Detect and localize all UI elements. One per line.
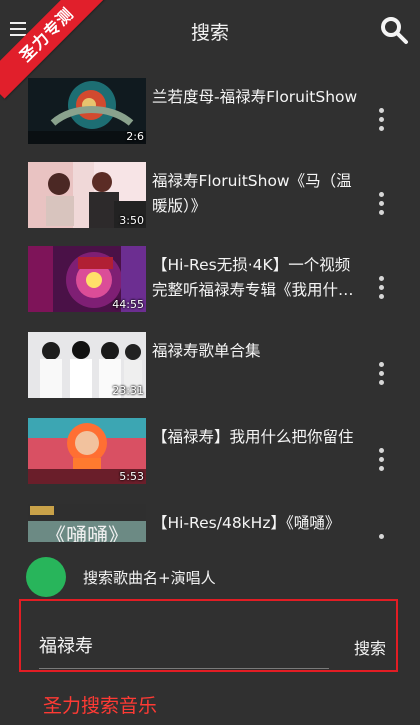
- search-icon[interactable]: [378, 14, 410, 46]
- video-thumbnail: 23:31: [28, 332, 146, 398]
- more-options-icon[interactable]: [379, 108, 385, 136]
- more-options-icon[interactable]: [379, 276, 385, 304]
- video-thumbnail: 2:6: [28, 78, 146, 144]
- result-item[interactable]: 23:31 福禄寿歌单合集: [0, 332, 420, 414]
- search-panel: 福禄寿 搜索: [19, 599, 398, 672]
- video-thumbnail: 《嗵嗵》: [28, 504, 146, 542]
- result-item[interactable]: 3:50 福禄寿FloruitShow《马（温暖版）》: [0, 162, 420, 244]
- result-title: 【Hi-Res无损·4K】一个视频完整听福禄寿专辑《我用什…: [152, 256, 354, 299]
- search-results-list[interactable]: 2:6 兰若度母-福禄寿FloruitShow 3:50 福禄寿FloruitS…: [0, 72, 420, 542]
- duration-label: 44:55: [112, 298, 144, 311]
- result-item[interactable]: 44:55 【Hi-Res无损·4K】一个视频完整听福禄寿专辑《我用什…: [0, 246, 420, 328]
- search-hint-text: 搜索歌曲名+演唱人: [83, 569, 216, 587]
- result-item[interactable]: 《嗵嗵》 【Hi-Res/48kHz】《嗵嗵》DOUDOU: [0, 504, 420, 542]
- video-thumbnail: 44:55: [28, 246, 146, 312]
- search-input[interactable]: 福禄寿: [39, 632, 329, 669]
- duration-label: 5:53: [119, 470, 144, 483]
- search-button[interactable]: 搜索: [354, 635, 386, 659]
- result-title: 【福禄寿】我用什么把你留住: [152, 428, 354, 446]
- svg-text:《嗵嗵》: 《嗵嗵》: [45, 524, 129, 542]
- more-options-icon[interactable]: [379, 448, 385, 476]
- duration-label: 3:50: [119, 214, 144, 227]
- result-item[interactable]: 2:6 兰若度母-福禄寿FloruitShow: [0, 78, 420, 160]
- brand-text: 圣力搜索音乐: [43, 695, 158, 717]
- video-thumbnail: 3:50: [28, 162, 146, 228]
- green-dot-icon: [26, 557, 66, 597]
- duration-label: 2:6: [126, 130, 144, 143]
- result-title: 福禄寿歌单合集: [152, 342, 261, 360]
- result-title: 【Hi-Res/48kHz】《嗵嗵》DOUDOU: [152, 514, 341, 542]
- search-hint: 搜索歌曲名+演唱人: [26, 557, 386, 597]
- more-options-icon[interactable]: [379, 534, 385, 542]
- video-thumbnail: 5:53: [28, 418, 146, 484]
- app-screen: 搜索 圣力专测 2:6 兰若度母-福禄寿FloruitShow 3:50 福禄寿…: [0, 0, 420, 725]
- result-item[interactable]: 5:53 【福禄寿】我用什么把你留住: [0, 418, 420, 500]
- duration-label: 23:31: [112, 384, 144, 397]
- more-options-icon[interactable]: [379, 362, 385, 390]
- more-options-icon[interactable]: [379, 192, 385, 220]
- result-title: 福禄寿FloruitShow《马（温暖版）》: [152, 172, 352, 215]
- result-title: 兰若度母-福禄寿FloruitShow: [152, 88, 358, 106]
